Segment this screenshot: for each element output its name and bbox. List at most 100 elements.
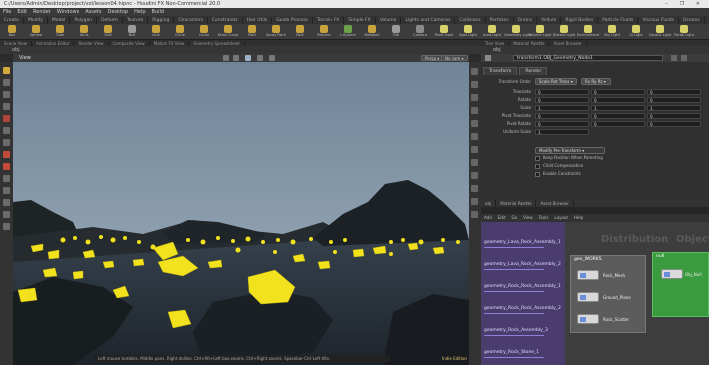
network-menu-item[interactable]: Go (509, 214, 521, 222)
object-node[interactable]: geometry_Rock_Assembly_3 (484, 328, 548, 336)
sop-node[interactable] (577, 314, 599, 324)
menu-item[interactable]: Edit (14, 8, 30, 16)
modify-pretransform-button[interactable]: Modify Pre-Transform ▾ (535, 147, 605, 154)
shelf-tab[interactable]: Oceans (679, 17, 705, 24)
shelf-tab[interactable]: Deform (97, 17, 123, 24)
normals-icon[interactable] (471, 133, 478, 140)
gear-icon[interactable] (671, 55, 677, 61)
shelf-tool[interactable]: Camera (408, 24, 432, 39)
points-icon[interactable] (471, 120, 478, 127)
transform-order-select[interactable]: Scale Rot Trans ▾ (535, 78, 577, 85)
shelf-tab[interactable]: Viscous Fluids (638, 17, 679, 24)
shelf-tool[interactable]: Point Light (432, 24, 456, 39)
display-options-icon[interactable] (471, 68, 478, 75)
shelf-tab[interactable]: Model (48, 17, 71, 24)
network-tab[interactable]: Asset Browser (536, 200, 574, 207)
wireframe-icon[interactable] (471, 94, 478, 101)
shelf-tool[interactable]: Metaball (360, 24, 384, 39)
shelf-tab[interactable]: Hair Utils (243, 17, 273, 24)
sop-node[interactable] (577, 292, 599, 302)
shelf-tool[interactable]: Grid (96, 24, 120, 39)
shelf-tool[interactable]: Distant Light (552, 24, 576, 39)
sop-node[interactable] (577, 270, 599, 280)
menu-item[interactable]: Build (149, 8, 168, 16)
camera-icon[interactable] (245, 55, 251, 61)
params-tab[interactable]: Render (519, 67, 548, 75)
camera-menu[interactable]: No cam ▾ (441, 55, 468, 61)
shelf-tab[interactable]: Create (0, 17, 24, 24)
render-icon[interactable] (3, 199, 10, 206)
shelf-tool[interactable]: GI Light (624, 24, 648, 39)
shelf-tab[interactable]: Simple FX (344, 17, 376, 24)
shelf-tool[interactable]: Box (0, 24, 24, 39)
menu-item[interactable]: File (0, 8, 14, 16)
param-field[interactable]: 0 (647, 97, 701, 103)
param-field[interactable]: 1 (647, 105, 701, 111)
menu-item[interactable]: Windows (54, 8, 82, 16)
shelf-tool[interactable]: Sphere (24, 24, 48, 39)
object-node[interactable]: geometry_Lava_Rock_Assembly_1 (484, 240, 561, 248)
background-icon[interactable] (471, 185, 478, 192)
param-field[interactable]: 0 (647, 113, 701, 119)
shelf-tab[interactable]: Texture (123, 17, 149, 24)
scene-viewport[interactable] (13, 62, 469, 365)
magnet-icon[interactable] (3, 163, 10, 170)
home-icon[interactable] (223, 55, 229, 61)
shelf-tool[interactable]: Spray Paint (264, 24, 288, 39)
help-icon[interactable] (681, 55, 687, 61)
shelf-tool[interactable]: Circle (168, 24, 192, 39)
shelf-tool[interactable]: Line (144, 24, 168, 39)
param-field[interactable]: 0 (647, 89, 701, 95)
shelf-tool[interactable]: Draw Curve (216, 24, 240, 39)
vis-icon[interactable] (471, 211, 478, 218)
shelf-tab[interactable]: Vellum (537, 17, 562, 24)
pose-tool-icon[interactable] (3, 127, 10, 134)
shelf-tab[interactable]: Rigid Bodies (561, 17, 599, 24)
shelf-tab[interactable]: Constraints (208, 17, 243, 24)
network-box-purple[interactable]: geometry_Lava_Rock_Assembly_1 geometry_La… (481, 222, 565, 365)
shelf-tab[interactable]: Collisions (455, 17, 486, 24)
shelf-tool[interactable]: Area Light (480, 24, 504, 39)
network-menu-item[interactable]: Tools (536, 214, 552, 222)
node-name-field[interactable]: transform1 OBJ_Geometry_Node1 (513, 55, 663, 61)
shelf-tool[interactable]: Torus (72, 24, 96, 39)
network-menu-item[interactable]: Layout (551, 214, 571, 222)
shelf-tool[interactable]: Null (120, 24, 144, 39)
object-node[interactable]: geometry_Rock_Rock_Assembly_2 (484, 306, 561, 314)
null-node[interactable] (661, 269, 683, 279)
shelf-tool[interactable]: Font (288, 24, 312, 39)
shelf-tool[interactable]: Curve (192, 24, 216, 39)
menu-item[interactable]: Desktop (104, 8, 131, 16)
flipbook-icon[interactable] (3, 211, 10, 218)
lock-icon[interactable] (3, 187, 10, 194)
shelf-tool[interactable]: Spot Light (456, 24, 480, 39)
move-tool-icon[interactable] (3, 79, 10, 86)
param-field[interactable]: 0 (535, 121, 589, 127)
object-node[interactable]: geometry_Lava_Rock_Assembly_2 (484, 262, 561, 270)
shelf-tab[interactable]: Characters (174, 17, 208, 24)
param-field[interactable]: 0 (591, 97, 645, 103)
param-field[interactable]: 0 (535, 89, 589, 95)
shelf-tab[interactable]: Rigging (148, 17, 175, 24)
persp-menu[interactable]: Persp ▾ (421, 55, 444, 61)
shelf-tool[interactable]: Path (240, 24, 264, 39)
param-field[interactable]: 1 (535, 105, 589, 111)
rotate-order-select[interactable]: Rx Ry Rz ▾ (581, 78, 611, 85)
shelf-tab[interactable]: Particle Fluids (598, 17, 639, 24)
network-tab[interactable]: obj (481, 200, 497, 207)
shelf-tool[interactable]: Sky Light (600, 24, 624, 39)
shelf-tab[interactable]: Grains (514, 17, 538, 24)
params-path-bar[interactable]: obj (481, 46, 709, 54)
display-icon[interactable] (269, 55, 275, 61)
shelf-tool[interactable]: Tube (48, 24, 72, 39)
shelf-tool[interactable]: Caustic Light (648, 24, 672, 39)
light-icon[interactable] (257, 55, 263, 61)
param-field[interactable]: 0 (535, 113, 589, 119)
param-field[interactable]: 0 (591, 121, 645, 127)
network-menu-item[interactable]: Add (481, 214, 495, 222)
select-tool-icon[interactable] (3, 67, 10, 74)
window-controls[interactable]: ‒ ❐ ✕ (665, 0, 705, 8)
shelf-tool[interactable]: File (384, 24, 408, 39)
network-box-green[interactable]: null Obj_Null (652, 252, 709, 317)
shelf-tool[interactable]: Geometry Light (504, 24, 531, 39)
